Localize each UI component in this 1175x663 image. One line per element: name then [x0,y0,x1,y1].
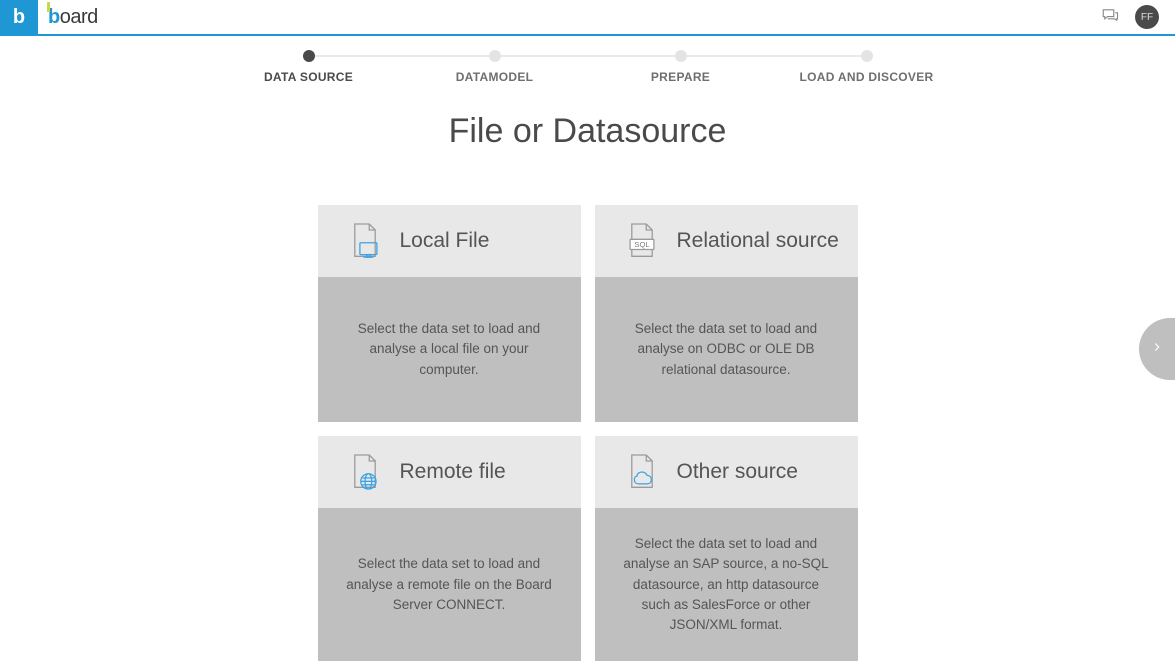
card-description: Select the data set to load and analyse … [346,554,553,615]
card-body: Select the data set to load and analyse … [318,277,581,422]
step-label: LOAD AND DISCOVER [800,70,934,84]
card-local-file[interactable]: Local File Select the data set to load a… [318,205,581,422]
card-header: Remote file [318,436,581,508]
logo-accent [47,2,50,12]
step-dot [861,50,873,62]
relational-source-icon: SQL [625,222,659,260]
card-title: Relational source [677,229,839,253]
local-file-icon [348,222,382,260]
card-title: Remote file [400,460,506,484]
card-description: Select the data set to load and analyse … [623,319,830,380]
chevron-right-icon [1150,340,1164,359]
logo-text-rest: oard [60,6,98,29]
step-label: PREPARE [651,70,710,84]
card-description: Select the data set to load and analyse … [346,319,553,380]
card-title: Other source [677,460,798,484]
app-menu-button[interactable]: b [0,0,38,35]
step-label: DATA SOURCE [264,70,353,84]
step-label: DATAMODEL [456,70,534,84]
card-header: SQL Relational source [595,205,858,277]
step-connector [495,55,681,57]
stepper: DATA SOURCE DATAMODEL PREPARE LOAD AND DISC… [0,50,1175,84]
step-connector [681,55,867,57]
user-avatar[interactable]: FF [1135,5,1159,29]
page-title: File or Datasource [0,112,1175,151]
svg-text:SQL: SQL [634,240,649,249]
card-remote-file[interactable]: Remote file Select the data set to load … [318,436,581,661]
card-other-source[interactable]: Other source Select the data set to load… [595,436,858,661]
chat-icon[interactable] [1101,6,1119,29]
drawer-toggle[interactable] [1139,318,1175,380]
card-relational-source[interactable]: SQL Relational source Select the data se… [595,205,858,422]
app-menu-icon: b [13,6,25,29]
card-title: Local File [400,229,490,253]
logo[interactable]: board [48,6,98,29]
step-data-source[interactable]: DATA SOURCE [216,50,402,84]
step-dot [489,50,501,62]
step-dot [303,50,315,62]
card-body: Select the data set to load and analyse … [318,508,581,661]
other-source-icon [625,453,659,491]
card-body: Select the data set to load and analyse … [595,277,858,422]
step-dot [675,50,687,62]
topbar: b board FF [0,0,1175,36]
card-header: Local File [318,205,581,277]
card-body: Select the data set to load and analyse … [595,508,858,661]
card-description: Select the data set to load and analyse … [623,534,830,635]
datasource-cards: Local File Select the data set to load a… [318,205,858,661]
avatar-initials: FF [1141,12,1153,23]
card-header: Other source [595,436,858,508]
step-connector [309,55,495,57]
remote-file-icon [348,453,382,491]
